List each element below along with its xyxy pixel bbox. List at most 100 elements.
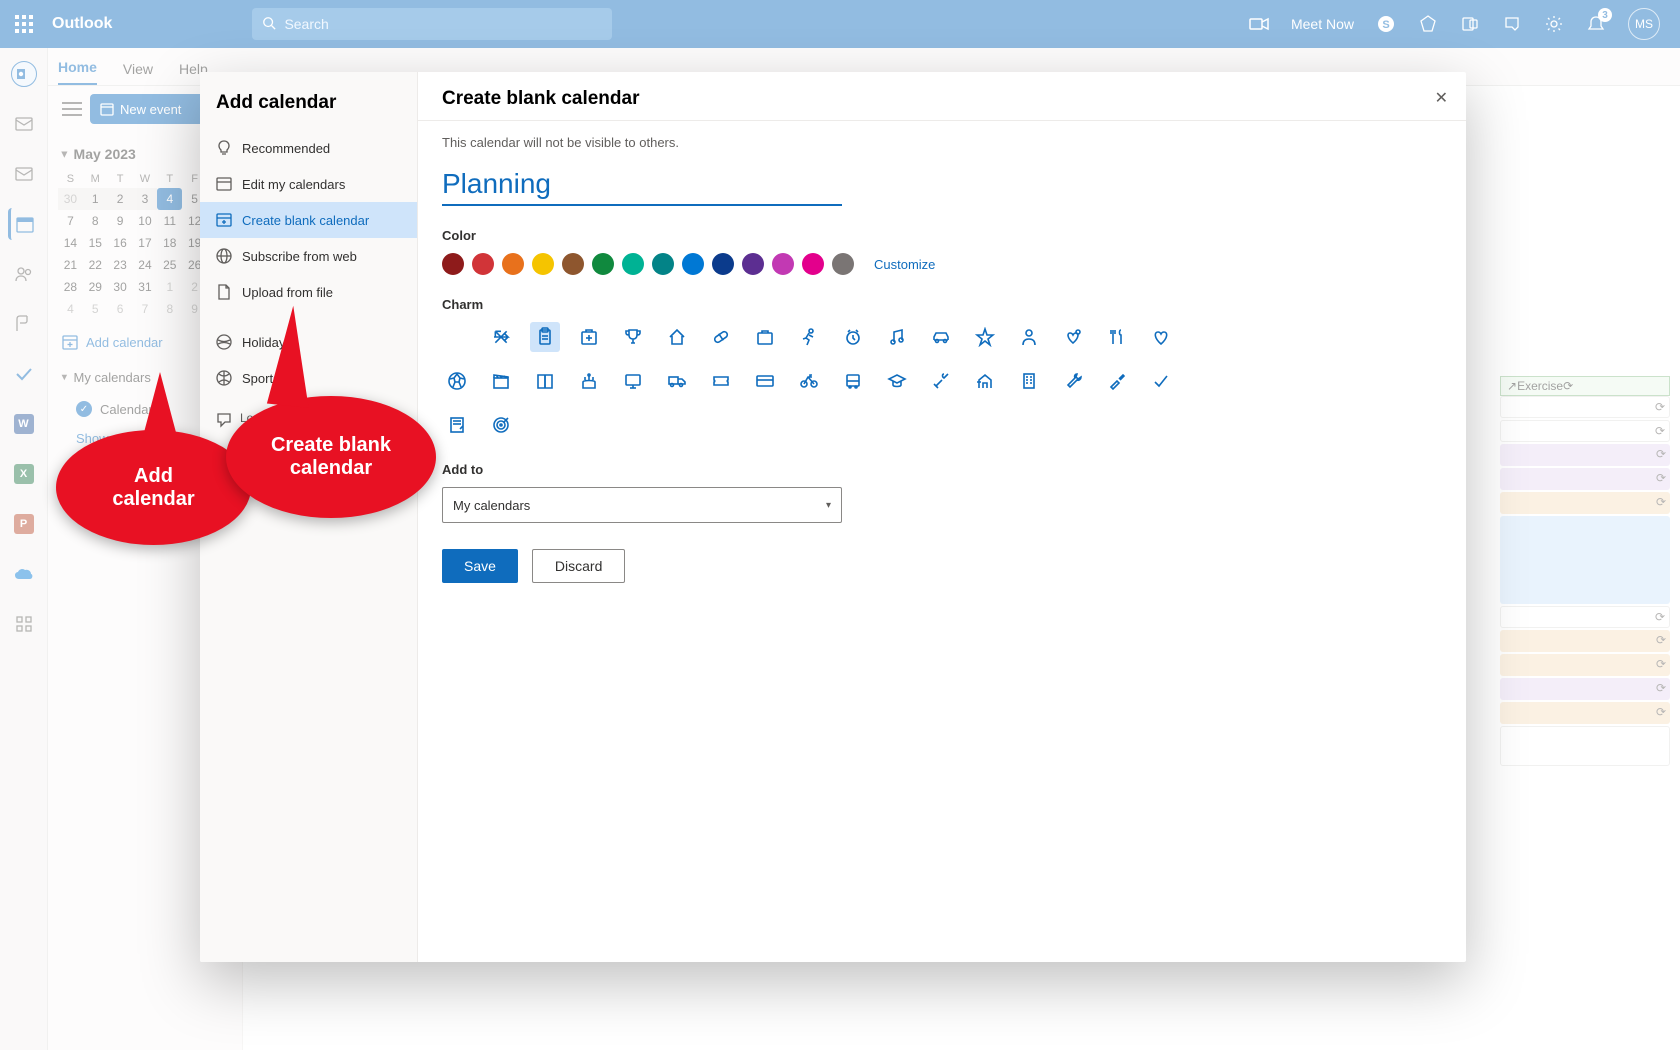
book-icon[interactable] bbox=[530, 366, 560, 396]
event-exercise[interactable]: ↗ Exercise⟳ bbox=[1500, 376, 1670, 396]
charm-none[interactable] bbox=[442, 322, 472, 352]
mini-cal-day[interactable]: 7 bbox=[133, 298, 158, 320]
color-swatch[interactable] bbox=[772, 253, 794, 275]
trophy-icon[interactable] bbox=[618, 322, 648, 352]
clipboard-icon[interactable] bbox=[530, 322, 560, 352]
star-icon[interactable] bbox=[970, 322, 1000, 352]
video-icon[interactable] bbox=[1249, 14, 1269, 34]
mini-cal-day[interactable]: 29 bbox=[83, 276, 108, 298]
dlg-item-subscribe[interactable]: Subscribe from web bbox=[200, 238, 417, 274]
mini-cal-day[interactable]: 7 bbox=[58, 210, 83, 232]
color-swatch[interactable] bbox=[832, 253, 854, 275]
calendar-name-input[interactable] bbox=[442, 166, 842, 206]
tab-view[interactable]: View bbox=[123, 61, 153, 85]
settings-icon[interactable] bbox=[1544, 14, 1564, 34]
music-icon[interactable] bbox=[882, 322, 912, 352]
meet-now-button[interactable]: Meet Now bbox=[1291, 14, 1354, 34]
home-icon[interactable] bbox=[662, 322, 692, 352]
account-avatar[interactable]: MS bbox=[1628, 8, 1660, 40]
person-run-icon[interactable] bbox=[794, 322, 824, 352]
wrench-icon[interactable] bbox=[1058, 366, 1088, 396]
rail-word[interactable]: W bbox=[8, 408, 40, 440]
mini-cal-day[interactable]: 11 bbox=[157, 210, 182, 232]
skype-icon[interactable]: S bbox=[1376, 14, 1396, 34]
soccer-icon[interactable] bbox=[442, 366, 472, 396]
hearts-icon[interactable] bbox=[1058, 322, 1088, 352]
mini-cal-day[interactable]: 15 bbox=[83, 232, 108, 254]
target-icon[interactable] bbox=[486, 410, 516, 440]
truck-icon[interactable] bbox=[662, 366, 692, 396]
teams-icon[interactable] bbox=[1460, 14, 1480, 34]
mini-cal-day[interactable]: 30 bbox=[108, 276, 133, 298]
mini-cal-day[interactable]: 30 bbox=[58, 188, 83, 210]
restaurant-icon[interactable] bbox=[1102, 322, 1132, 352]
mini-cal-day[interactable]: 8 bbox=[83, 210, 108, 232]
firstaid-icon[interactable] bbox=[574, 322, 604, 352]
rail-mail[interactable] bbox=[8, 108, 40, 140]
close-button[interactable]: ✕ bbox=[1435, 88, 1448, 108]
dlg-item-create-blank[interactable]: Create blank calendar bbox=[200, 202, 417, 238]
monitor-icon[interactable] bbox=[618, 366, 648, 396]
mini-cal-day[interactable]: 3 bbox=[133, 188, 158, 210]
rail-powerpoint[interactable]: P bbox=[8, 508, 40, 540]
rail-calendar[interactable] bbox=[8, 208, 40, 240]
rail-outlook-logo[interactable] bbox=[8, 58, 40, 90]
mini-cal-day[interactable]: 16 bbox=[108, 232, 133, 254]
bicycle-icon[interactable] bbox=[794, 366, 824, 396]
mini-cal-day[interactable]: 28 bbox=[58, 276, 83, 298]
discard-button[interactable]: Discard bbox=[532, 549, 625, 583]
customize-link[interactable]: Customize bbox=[874, 257, 935, 272]
color-swatch[interactable] bbox=[442, 253, 464, 275]
color-swatch[interactable] bbox=[652, 253, 674, 275]
farm-icon[interactable] bbox=[970, 366, 1000, 396]
mini-cal-day[interactable]: 1 bbox=[157, 276, 182, 298]
hamburger-button[interactable] bbox=[62, 102, 82, 116]
mini-cal-day[interactable]: 9 bbox=[108, 210, 133, 232]
briefcase-icon[interactable] bbox=[750, 322, 780, 352]
mini-cal-day[interactable]: 25 bbox=[157, 254, 182, 276]
ticket-icon[interactable] bbox=[706, 366, 736, 396]
dlg-item-upload[interactable]: Upload from file bbox=[200, 274, 417, 310]
mini-cal-day[interactable]: 6 bbox=[108, 298, 133, 320]
mini-cal-day[interactable]: 10 bbox=[133, 210, 158, 232]
color-swatch[interactable] bbox=[472, 253, 494, 275]
dlg-item-recommended[interactable]: Recommended bbox=[200, 130, 417, 166]
mini-cal-day[interactable]: 4 bbox=[157, 188, 182, 210]
rail-mail2[interactable] bbox=[8, 158, 40, 190]
screwdriver-icon[interactable] bbox=[1102, 366, 1132, 396]
addto-dropdown[interactable]: My calendars ▾ bbox=[442, 487, 842, 523]
app-launcher-button[interactable] bbox=[0, 0, 48, 48]
airplane-icon[interactable] bbox=[486, 322, 516, 352]
mini-cal-day[interactable]: 1 bbox=[83, 188, 108, 210]
graduation-icon[interactable] bbox=[882, 366, 912, 396]
bus-icon[interactable] bbox=[838, 366, 868, 396]
rail-onedrive[interactable] bbox=[8, 558, 40, 590]
note-icon[interactable] bbox=[442, 410, 472, 440]
color-swatch[interactable] bbox=[802, 253, 824, 275]
search-input[interactable]: Search bbox=[252, 8, 612, 40]
mini-cal-day[interactable]: 14 bbox=[58, 232, 83, 254]
dlg-item-edit[interactable]: Edit my calendars bbox=[200, 166, 417, 202]
mini-cal-day[interactable]: 4 bbox=[58, 298, 83, 320]
rail-files[interactable] bbox=[8, 308, 40, 340]
clapper-icon[interactable] bbox=[486, 366, 516, 396]
heart-icon[interactable] bbox=[1146, 322, 1176, 352]
color-swatch[interactable] bbox=[592, 253, 614, 275]
car-icon[interactable] bbox=[926, 322, 956, 352]
cake-icon[interactable] bbox=[574, 366, 604, 396]
checkmark-icon[interactable] bbox=[1146, 366, 1176, 396]
color-swatch[interactable] bbox=[682, 253, 704, 275]
notifications-button[interactable]: 3 bbox=[1586, 14, 1606, 34]
rail-people[interactable] bbox=[8, 258, 40, 290]
mini-cal-day[interactable]: 17 bbox=[133, 232, 158, 254]
rail-more-apps[interactable] bbox=[8, 608, 40, 640]
premium-icon[interactable] bbox=[1418, 14, 1438, 34]
creditcard-icon[interactable] bbox=[750, 366, 780, 396]
color-swatch[interactable] bbox=[502, 253, 524, 275]
building-icon[interactable] bbox=[1014, 366, 1044, 396]
mini-cal-day[interactable]: 2 bbox=[108, 188, 133, 210]
tips-icon[interactable] bbox=[1502, 14, 1522, 34]
mini-cal-day[interactable]: 22 bbox=[83, 254, 108, 276]
mini-cal-day[interactable]: 31 bbox=[133, 276, 158, 298]
user-icon[interactable] bbox=[1014, 322, 1044, 352]
